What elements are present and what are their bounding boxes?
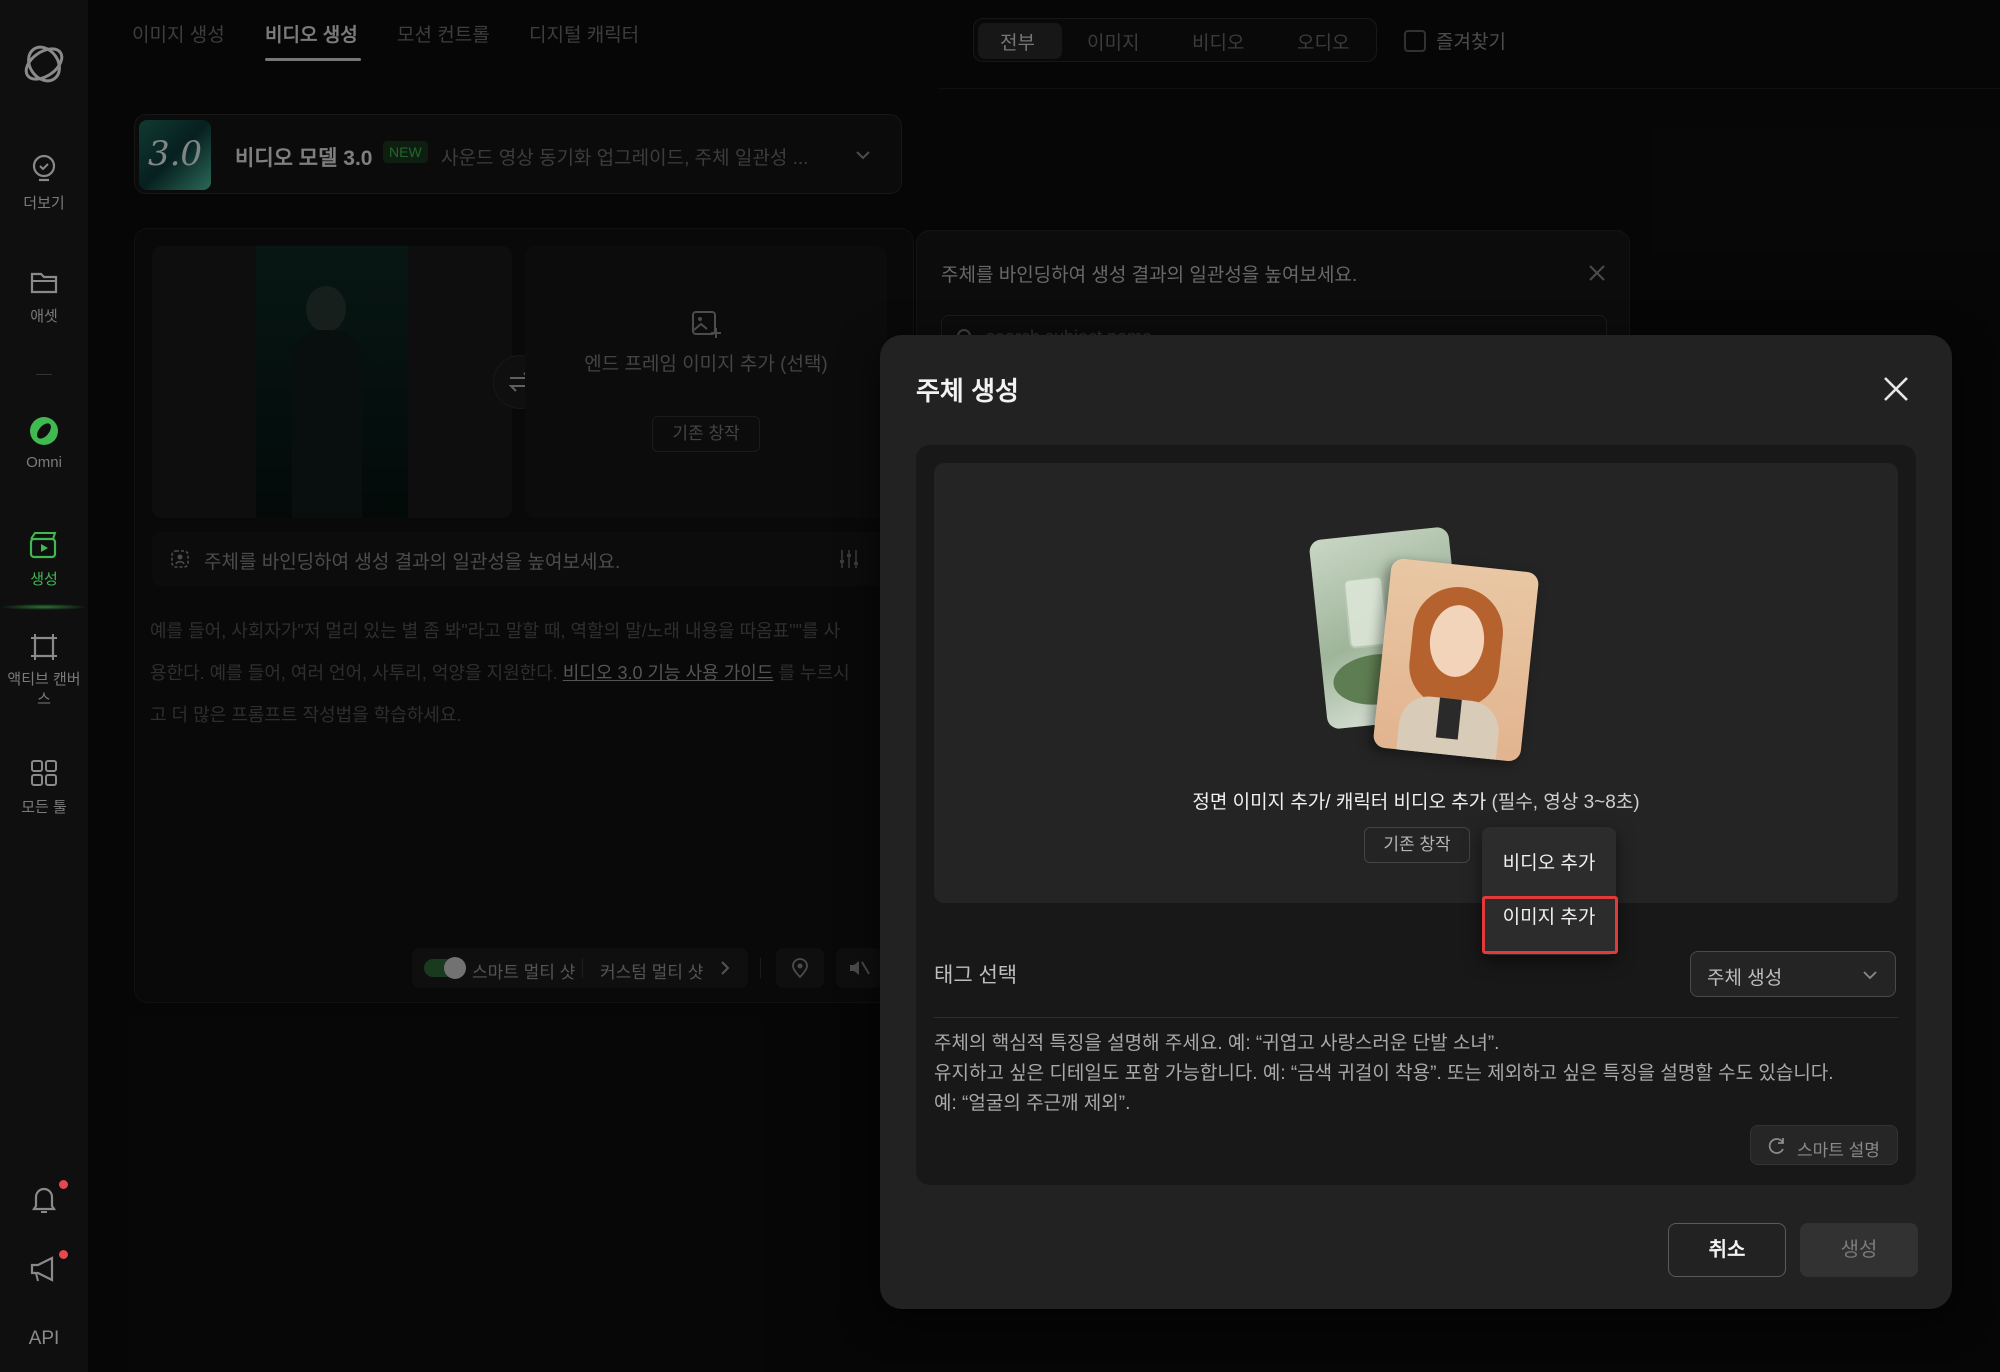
sample-portrait-image xyxy=(1372,557,1540,763)
model-name: 비디오 모델 3.0 xyxy=(235,147,373,170)
chevron-right-icon xyxy=(721,961,730,975)
subject-form: 정면 이미지 추가/ 캐릭터 비디오 추가 (필수, 영상 3~8초) 기존 창… xyxy=(916,445,1916,1185)
prompt-hint-line: 고 더 많은 프롬프트 작성법을 학습하세요. xyxy=(150,705,462,725)
sidebar-item-label: 모든 툴 xyxy=(21,799,67,816)
close-icon[interactable] xyxy=(1587,263,1607,283)
new-badge: NEW xyxy=(383,141,428,163)
prompt-hint-line: 용한다. 예를 들어, 여러 언어, 사투리, 억양을 지원한다. 비디오 3.… xyxy=(150,663,850,683)
prompt-placeholder[interactable]: 예를 들어, 사회자가"저 멀리 있는 별 좀 봐"라고 말할 때, 역할의 말… xyxy=(150,610,890,736)
asset-filter-tabs: 전부 이미지 비디오 오디오 xyxy=(973,18,1377,62)
highlight-box xyxy=(1482,896,1618,954)
model-badge-text: 3.0 xyxy=(147,134,203,174)
tab-underline xyxy=(265,58,361,61)
lightbulb-icon xyxy=(32,154,56,182)
upload-area[interactable]: 정면 이미지 추가/ 캐릭터 비디오 추가 (필수, 영상 3~8초) 기존 창… xyxy=(934,463,1898,903)
close-icon[interactable] xyxy=(1882,375,1910,403)
prompt-hint-line: 예를 들어, 사회자가"저 멀리 있는 별 좀 봐"라고 말할 때, 역할의 말… xyxy=(150,621,841,641)
subject-panel-title: 주체를 바인딩하여 생성 결과의 일관성을 높여보세요. xyxy=(941,265,1358,286)
description-hint-line: 유지하고 싶은 디테일도 포함 가능합니다. 예: “금색 귀걸이 착용”. 또… xyxy=(934,1063,1834,1084)
sidebar-item-active-canvas[interactable]: 액티브 캔버스 xyxy=(0,630,88,710)
end-frame-slot[interactable]: 엔드 프레임 이미지 추가 (선택) 기존 창작 xyxy=(525,246,887,518)
favorites-label: 즐겨찾기 xyxy=(1436,32,1506,53)
multi-shot-controls: 스마트 멀티 샷 커스텀 멀티 샷 xyxy=(412,948,748,988)
megaphone-icon[interactable] xyxy=(27,1252,61,1286)
tag-select-label: 태그 선택 xyxy=(934,964,1018,987)
subject-bar-text: 주체를 바인딩하여 생성 결과의 일관성을 높여보세요. xyxy=(204,552,621,573)
sidebar-item-label: 액티브 캔버스 xyxy=(7,671,81,708)
tab-motion-control[interactable]: 모션 컨트롤 xyxy=(397,20,490,47)
custom-multi-shot-button[interactable]: 커스텀 멀티 샷 xyxy=(600,958,703,983)
refresh-icon xyxy=(1768,1138,1784,1154)
model-badge: 3.0 xyxy=(139,120,211,190)
filter-tab-image[interactable]: 이미지 xyxy=(1087,28,1139,55)
sliders-icon[interactable] xyxy=(838,548,860,570)
tag-select-dropdown[interactable]: 주체 생성 xyxy=(1690,951,1896,997)
app-logo-icon[interactable] xyxy=(20,40,68,88)
omni-logo-icon xyxy=(30,417,58,445)
start-frame-image xyxy=(256,246,408,518)
image-add-icon xyxy=(692,311,721,338)
sidebar-item-label: Omni xyxy=(26,454,62,471)
modal-title: 주체 생성 xyxy=(916,376,1019,406)
smart-multi-shot-toggle[interactable] xyxy=(424,957,466,979)
sidebar-item-label: 더보기 xyxy=(23,195,65,212)
favorites-checkbox[interactable] xyxy=(1404,30,1426,52)
tab-video-generation[interactable]: 비디오 생성 xyxy=(265,20,358,47)
chevron-down-icon xyxy=(856,151,870,160)
sound-off-icon xyxy=(850,961,870,975)
filter-tab-audio[interactable]: 오디오 xyxy=(1297,28,1349,55)
bell-icon[interactable] xyxy=(27,1182,61,1216)
upload-caption: 정면 이미지 추가/ 캐릭터 비디오 추가 (필수, 영상 3~8초) xyxy=(1192,792,1640,813)
chevron-down-icon xyxy=(1863,971,1877,980)
sidebar-item-generate[interactable]: 생성 xyxy=(0,528,88,589)
sidebar-item-all-tools[interactable]: 모든 툴 xyxy=(0,756,88,817)
sidebar: 더보기 애셋 Omni 생성 액티브 캔버스 모든 툴 API xyxy=(0,0,88,1372)
start-frame[interactable] xyxy=(152,246,512,518)
subject-icon xyxy=(171,550,189,568)
grid-icon xyxy=(31,760,57,786)
notification-dot xyxy=(59,1250,68,1259)
sidebar-item-assets[interactable]: 애셋 xyxy=(0,265,88,326)
location-pin-icon xyxy=(792,958,808,978)
sidebar-item-omni[interactable]: Omni xyxy=(0,414,88,471)
sidebar-divider xyxy=(36,374,52,375)
description-hint-line: 주체의 핵심적 특징을 설명해 주세요. 예: “귀엽고 사랑스러운 단발 소녀… xyxy=(934,1033,1500,1054)
filter-tab-video[interactable]: 비디오 xyxy=(1192,28,1244,55)
subject-description-input[interactable]: 주체의 핵심적 특징을 설명해 주세요. 예: “귀엽고 사랑스러운 단발 소녀… xyxy=(934,1029,1904,1119)
existing-creation-button[interactable]: 기존 창작 xyxy=(652,416,760,452)
subject-bind-bar[interactable]: 주체를 바인딩하여 생성 결과의 일관성을 높여보세요. xyxy=(152,532,892,586)
cancel-button[interactable]: 취소 xyxy=(1668,1223,1786,1277)
filter-tab-all[interactable]: 전부 xyxy=(1000,28,1035,55)
clapperboard-icon xyxy=(29,532,57,559)
tag-select-value: 주체 생성 xyxy=(1707,968,1783,989)
sidebar-item-label: 생성 xyxy=(30,571,58,588)
notification-dot xyxy=(59,1180,68,1189)
model-selector[interactable]: 3.0 비디오 모델 3.0 NEW 사운드 영상 동기화 업그레이드, 주체 … xyxy=(134,114,902,194)
create-button[interactable]: 생성 xyxy=(1800,1223,1918,1277)
sidebar-item-label: 애셋 xyxy=(30,308,58,325)
end-frame-label: 엔드 프레임 이미지 추가 (선택) xyxy=(584,354,828,375)
camera-control-button[interactable] xyxy=(776,948,824,988)
audio-toggle-button[interactable] xyxy=(836,948,882,988)
model-description: 사운드 영상 동기화 업그레이드, 주체 일관성 ... xyxy=(441,148,809,169)
api-link[interactable]: API xyxy=(0,1328,88,1350)
menu-item-add-video[interactable]: 비디오 추가 xyxy=(1482,837,1616,891)
smart-multi-shot-label: 스마트 멀티 샷 xyxy=(472,963,576,982)
tab-image-generation[interactable]: 이미지 생성 xyxy=(132,20,225,47)
smart-describe-label: 스마트 설명 xyxy=(1797,1141,1880,1160)
description-hint-line: 예: “얼굴의 주근깨 제외”. xyxy=(934,1093,1131,1114)
guide-link[interactable]: 비디오 3.0 기능 사용 가이드 xyxy=(563,663,774,683)
sidebar-item-more[interactable]: 더보기 xyxy=(0,152,88,213)
canvas-icon xyxy=(31,634,57,660)
folder-icon xyxy=(30,272,58,294)
tab-digital-character[interactable]: 디지털 캐릭터 xyxy=(529,20,639,47)
create-subject-modal: 주체 생성 정면 이미지 추가/ 캐릭터 비디오 추가 (필수, 영상 3~8초… xyxy=(880,335,1952,1309)
existing-creation-button[interactable]: 기존 창작 xyxy=(1364,827,1470,863)
smart-describe-button[interactable]: 스마트 설명 xyxy=(1750,1125,1898,1165)
active-indicator xyxy=(0,604,88,610)
